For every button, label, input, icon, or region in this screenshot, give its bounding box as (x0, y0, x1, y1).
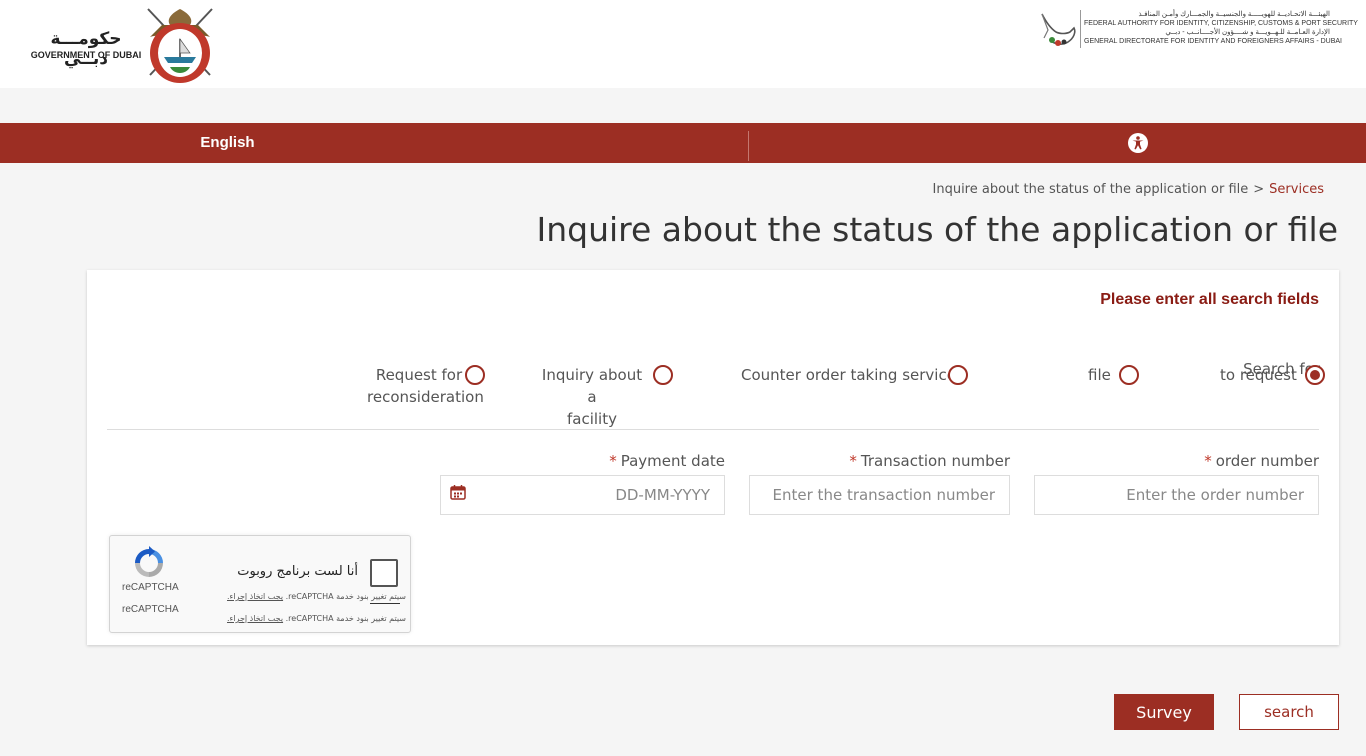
radio-reconsideration-label: Request for reconsideration (367, 366, 484, 406)
form-divider (107, 429, 1319, 430)
recaptcha-brand-label-2: reCAPTCHA (122, 604, 179, 615)
radio-facility-inquiry-label: Inquiry about a facility (541, 366, 643, 428)
ica-logo[interactable]: الهيئـــة الاتحـاديــة للهويـــــة والجن… (1036, 8, 1358, 52)
radio-counter-order[interactable]: Counter order taking service (741, 364, 968, 386)
radio-circle-file[interactable] (1118, 365, 1139, 385)
radio-reconsideration[interactable]: Request for reconsideration (367, 364, 485, 408)
ica-logo-text: الهيئـــة الاتحـاديــة للهويـــــة والجن… (1084, 10, 1358, 46)
breadcrumb-separator: > (1253, 182, 1265, 197)
payment-date-label: * Payment date (609, 452, 725, 470)
payment-date-field (440, 475, 725, 515)
search-form-card: Please enter all search fields Search fo… (87, 270, 1339, 645)
required-mark: * (1204, 452, 1212, 470)
transaction-number-label-text: Transaction number (860, 452, 1010, 470)
site-header: حكومـــة دبــي GOVERNMENT OF DUBAI الهيئ… (0, 0, 1366, 88)
top-navigation-bar: English (0, 123, 1366, 163)
accessibility-icon[interactable] (1127, 132, 1149, 154)
recaptcha-checkbox-text: أنا لست برنامج روبوت (237, 564, 358, 579)
payment-date-input[interactable] (440, 475, 725, 515)
order-number-label: * order number (1204, 452, 1319, 470)
language-switch-button[interactable]: English (0, 123, 455, 163)
order-number-input[interactable] (1034, 475, 1319, 515)
order-number-label-text: order number (1215, 452, 1319, 470)
recaptcha-terms-notice: سيتم تغيير بنود خدمة reCAPTCHA. يجب اتخا… (227, 592, 406, 601)
ica-line-3: الإدارة العـامــة للـهــويـــة و شــــؤو… (1165, 29, 1330, 36)
recaptcha-logo-icon (135, 546, 163, 577)
page-title: Inquire about the status of the applicat… (536, 210, 1338, 249)
ica-line-2: FEDERAL AUTHORITY FOR IDENTITY, CITIZENS… (1084, 20, 1358, 27)
radio-search-request-row[interactable]: to request (1220, 364, 1325, 386)
recaptcha-terms-text: سيتم تغيير بنود خدمة reCAPTCHA. (285, 592, 406, 601)
radio-facility-inquiry[interactable]: Inquiry about a facility (537, 364, 673, 430)
radio-circle-facility-inquiry[interactable] (653, 365, 673, 385)
government-of-dubai-logo[interactable]: حكومـــة دبــي GOVERNMENT OF DUBAI (26, 5, 218, 83)
recaptcha-widget: reCAPTCHA reCAPTCHA أنا لست برنامج روبوت… (109, 535, 411, 633)
radio-circle-search-request[interactable] (1304, 365, 1325, 385)
transaction-number-input[interactable] (749, 475, 1010, 515)
breadcrumb-current: Inquire about the status of the applicat… (932, 182, 1249, 197)
recaptcha-checkbox[interactable] (370, 559, 398, 587)
recaptcha-terms-link[interactable]: يجب اتخاذ إجراء. (227, 592, 283, 601)
radio-circle-reconsideration[interactable] (465, 365, 485, 385)
ica-line-1: الهيئـــة الاتحـاديــة للهويـــــة والجن… (1138, 11, 1330, 18)
breadcrumb: Inquire about the status of the applicat… (933, 182, 1325, 197)
payment-date-label-text: Payment date (620, 452, 725, 470)
transaction-number-label: * Transaction number (849, 452, 1010, 470)
recaptcha-terms-notice-2: سيتم تغيير بنود خدمة reCAPTCHA. يجب اتخا… (227, 614, 406, 623)
required-mark: * (609, 452, 617, 470)
recaptcha-divider (370, 603, 400, 604)
bar-separator (748, 131, 749, 161)
dubai-emblem-icon (147, 8, 213, 83)
gov-arabic-name: حكومـــة دبــي (50, 29, 122, 69)
logo-divider (1080, 10, 1081, 48)
required-mark: * (849, 452, 857, 470)
calendar-icon[interactable] (450, 484, 466, 500)
falcon-logo-icon (1041, 13, 1076, 46)
ica-line-4: GENERAL DIRECTORATE FOR IDENTITY AND FOR… (1084, 38, 1343, 45)
search-button[interactable]: search (1239, 694, 1339, 730)
radio-search-request-line2: to request (1220, 366, 1297, 384)
radio-circle-counter-order[interactable] (947, 365, 968, 385)
recaptcha-brand-label: reCAPTCHA (122, 582, 179, 593)
breadcrumb-services-link[interactable]: Services (1269, 182, 1324, 197)
radio-file-label: file (1088, 366, 1111, 384)
radio-counter-order-label: Counter order taking service (741, 366, 956, 384)
gov-english-name: GOVERNMENT OF DUBAI (30, 50, 142, 60)
survey-button[interactable]: Survey (1114, 694, 1214, 730)
radio-file[interactable]: file (1088, 364, 1139, 386)
recaptcha-terms-text-2: سيتم تغيير بنود خدمة reCAPTCHA. (285, 614, 406, 623)
recaptcha-terms-link-2[interactable]: يجب اتخاذ إجراء. (227, 614, 283, 623)
form-notice: Please enter all search fields (1100, 291, 1319, 308)
